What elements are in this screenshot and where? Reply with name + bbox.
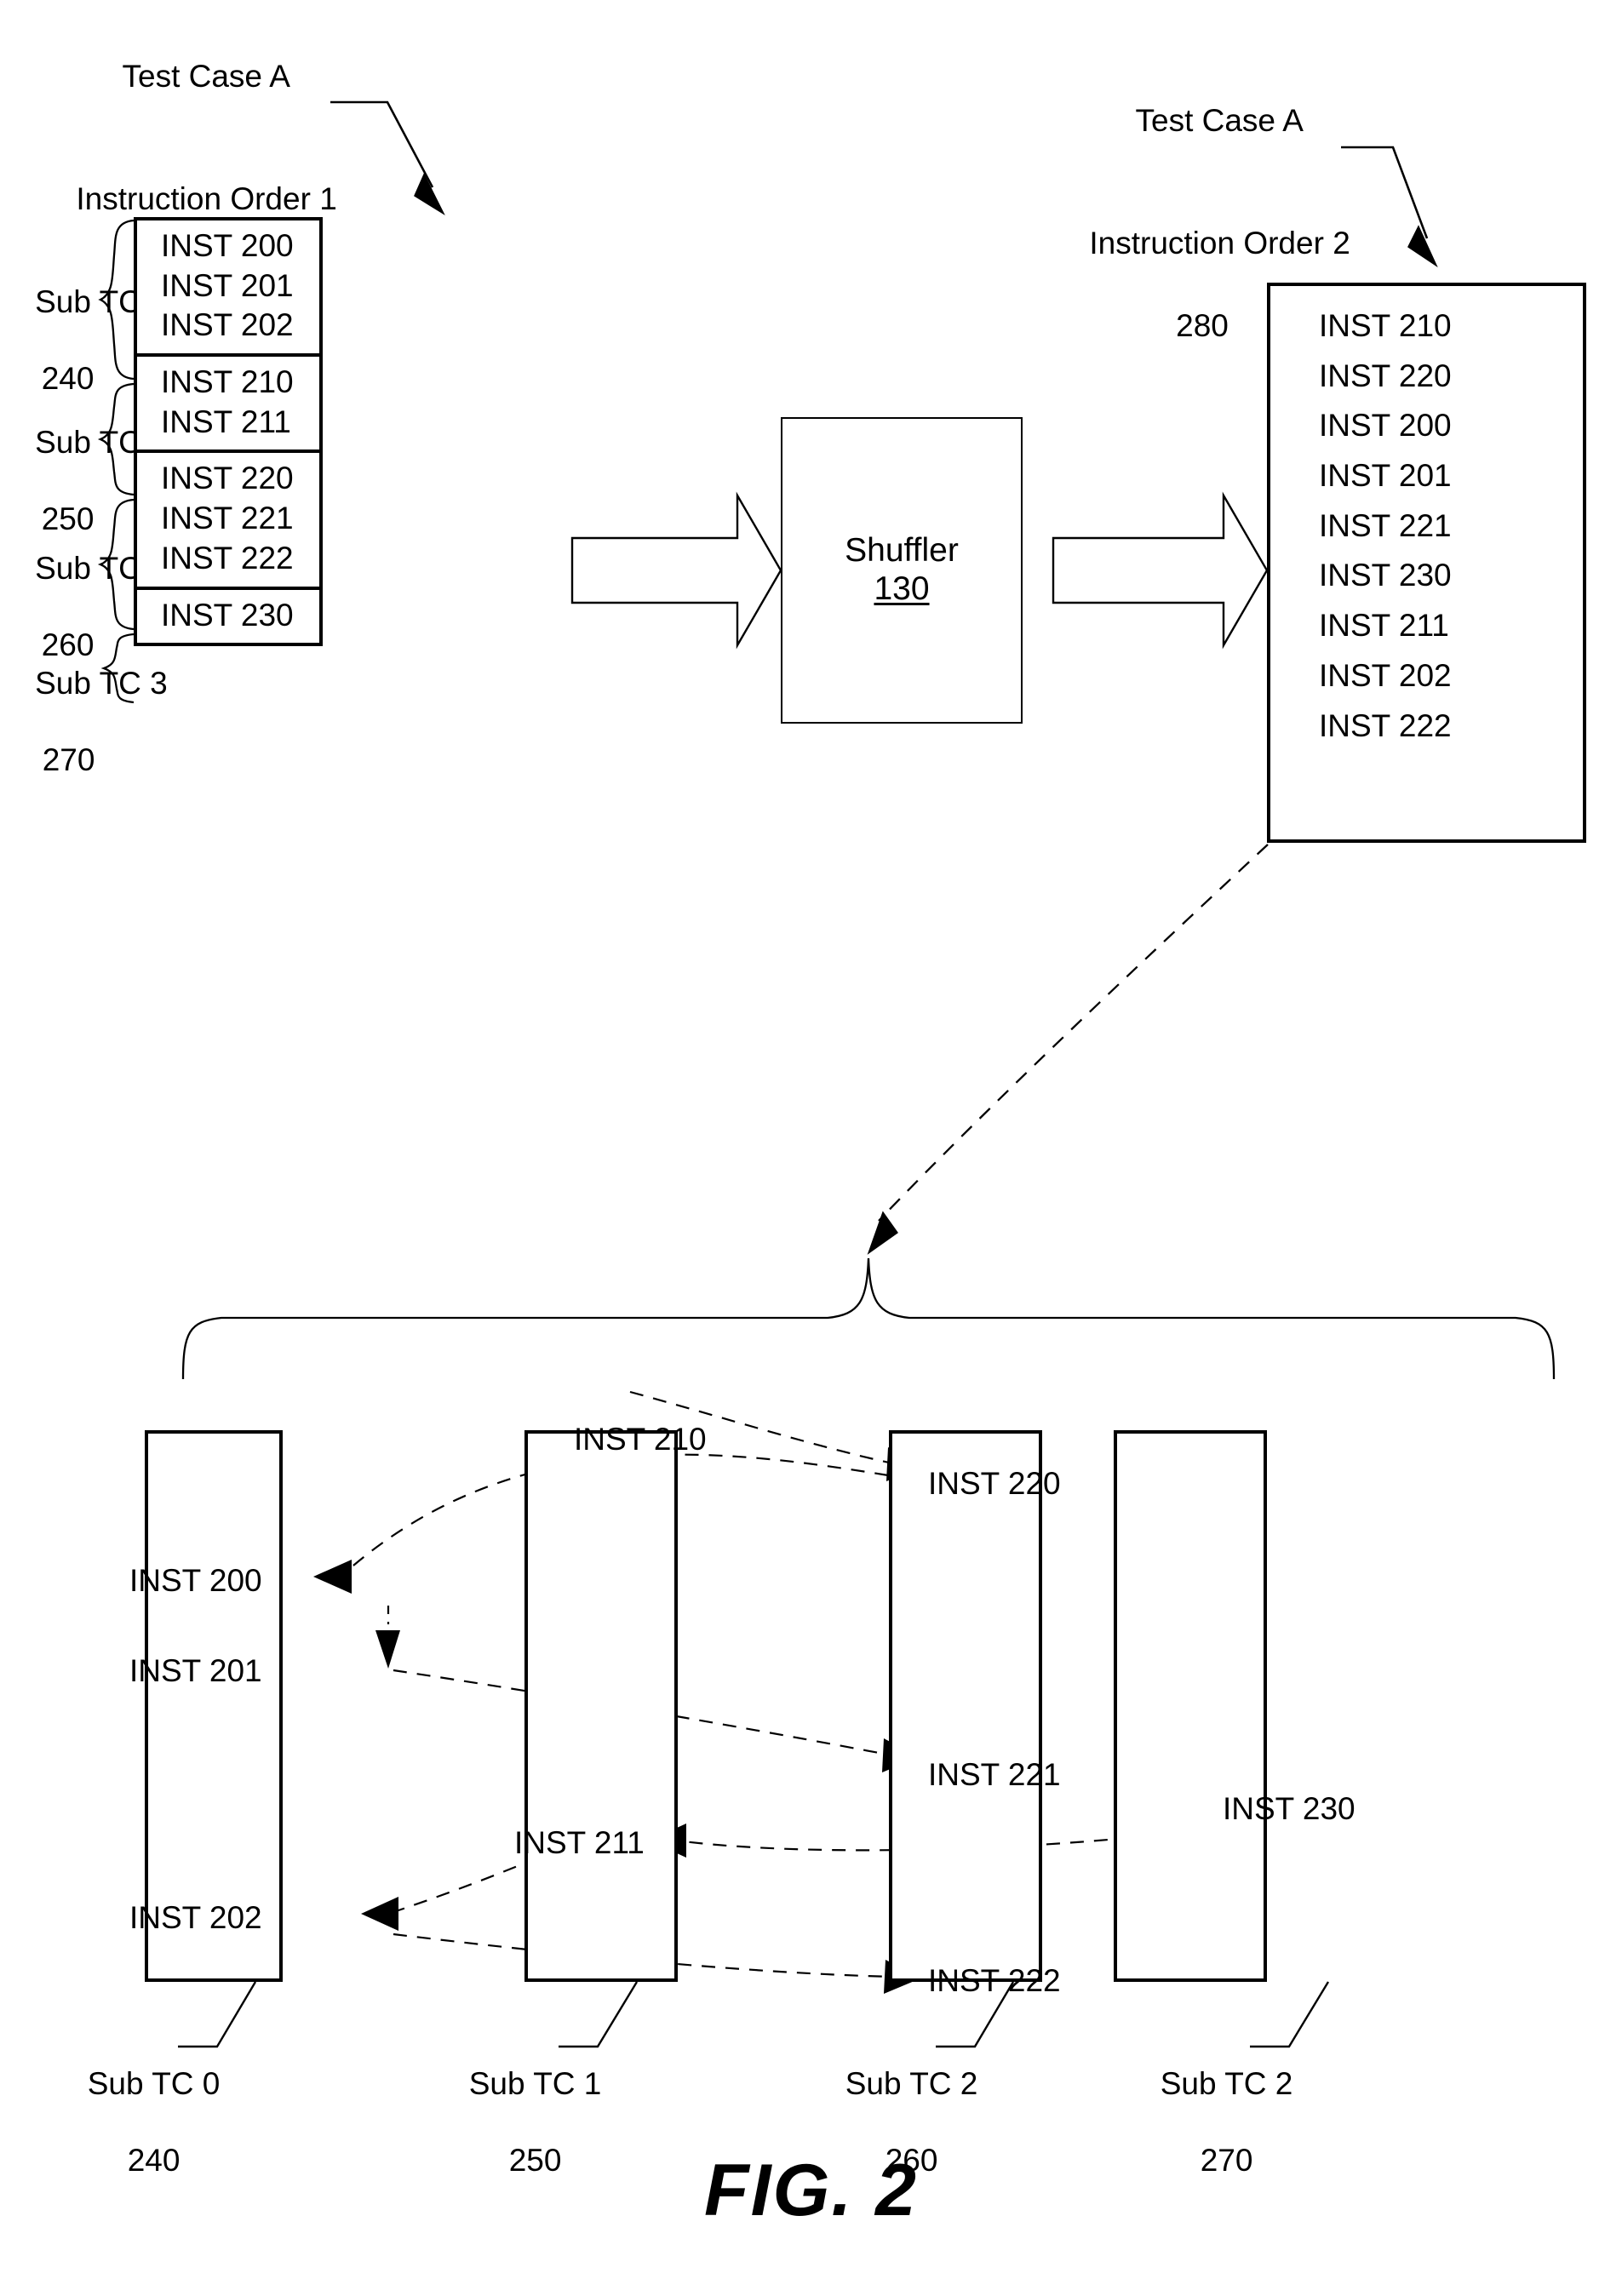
bottom-instruction: INST 221 (928, 1757, 1061, 1792)
order2-instruction: INST 202 (1319, 657, 1452, 693)
order2-instruction: INST 200 (1319, 408, 1452, 444)
bottom-instruction: INST 210 (574, 1422, 707, 1457)
order2-instruction: INST 220 (1319, 358, 1452, 393)
bottom-instruction: INST 202 (129, 1900, 262, 1935)
instruction-order-1-table: INST 200 INST 201 INST 202 INST 210 INST… (134, 217, 323, 647)
order1-instruction: INST 211 (161, 404, 291, 439)
arrow-to-order2 (1052, 491, 1269, 650)
order2-instruction: INST 211 (1319, 608, 1449, 644)
bottom-instruction: INST 230 (1223, 1791, 1355, 1826)
instruction-order-2-table: INST 210 INST 220 INST 200 INST 201 INST… (1267, 283, 1586, 843)
bottom-column-subtc1: INST 210 INST 211 (514, 1422, 707, 1982)
figure-number: FIG. 2 (704, 2150, 918, 2231)
flow-211-to-202 (361, 1856, 539, 1931)
order2-instruction: INST 201 (1319, 458, 1452, 494)
expansion-connector (867, 844, 1269, 1255)
shuffler-box: Shuffler 130 (781, 417, 1023, 724)
order1-segment-subtc1: INST 210 INST 211 (137, 357, 319, 454)
order1-segment-subtc0: INST 200 INST 201 INST 202 (137, 220, 319, 358)
brace-label-subtc3-name: Sub TC 3 (35, 666, 168, 701)
order2-instruction: INST 230 (1319, 558, 1452, 593)
order1-instruction: INST 222 (161, 540, 294, 575)
order1-instruction: INST 221 (161, 501, 294, 536)
order1-segment-subtc3: INST 230 (137, 590, 319, 644)
bottom-label-subtc0-name: Sub TC 0 (87, 2066, 221, 2102)
order2-instruction: INST 210 (1319, 308, 1452, 343)
callout-order1-line1: Test Case A (122, 59, 290, 94)
callout-order2-line1: Test Case A (1135, 103, 1304, 139)
order1-instruction: INST 201 (161, 267, 294, 303)
callout-order2-line2: Instruction Order 2 (1089, 226, 1350, 261)
order1-instruction: INST 220 (161, 461, 294, 496)
bottom-instruction: INST 201 (129, 1653, 262, 1688)
order1-instruction: INST 200 (161, 228, 294, 263)
shuffler-name: Shuffler (845, 532, 959, 570)
bottom-instruction: INST 211 (514, 1825, 645, 1860)
bottom-instruction: INST 222 (928, 1963, 1061, 1998)
order1-segment-subtc2: INST 220 INST 221 INST 222 (137, 453, 319, 590)
order2-instruction: INST 222 (1319, 707, 1452, 743)
flow-200-to-201 (375, 1606, 400, 1669)
bottom-instruction: INST 200 (129, 1563, 262, 1598)
patent-figure-page: Test Case A Instruction Order 1 200 Test… (0, 0, 1622, 2296)
brace-label-subtc3-ref: 270 (42, 742, 95, 778)
bottom-column-subtc0: INST 200 INST 201 INST 202 (129, 1430, 283, 1982)
shuffler-ref: 130 (874, 570, 930, 607)
brace-label-subtc3: Sub TC 3 270 (0, 626, 168, 818)
bottom-column-subtc2: INST 220 INST 221 INST 222 (889, 1430, 1061, 1998)
bottom-instruction: INST 220 (928, 1466, 1061, 1501)
bottom-column-subtc3: INST 230 (1114, 1430, 1355, 1982)
order1-instruction: INST 230 (161, 597, 294, 633)
order2-instruction: INST 221 (1319, 507, 1452, 543)
bottom-label-subtc3-name: Sub TC 2 (1160, 2066, 1293, 2102)
brace-bottom-group (181, 1257, 1556, 1380)
arrow-to-shuffler (570, 491, 782, 650)
order1-instruction: INST 210 (161, 364, 294, 400)
bottom-label-subtc2-name: Sub TC 2 (845, 2066, 978, 2102)
bottom-label-subtc1-name: Sub TC 1 (468, 2066, 602, 2102)
order1-instruction: INST 202 (161, 307, 294, 343)
callout-order1-line2: Instruction Order 1 (76, 181, 337, 217)
